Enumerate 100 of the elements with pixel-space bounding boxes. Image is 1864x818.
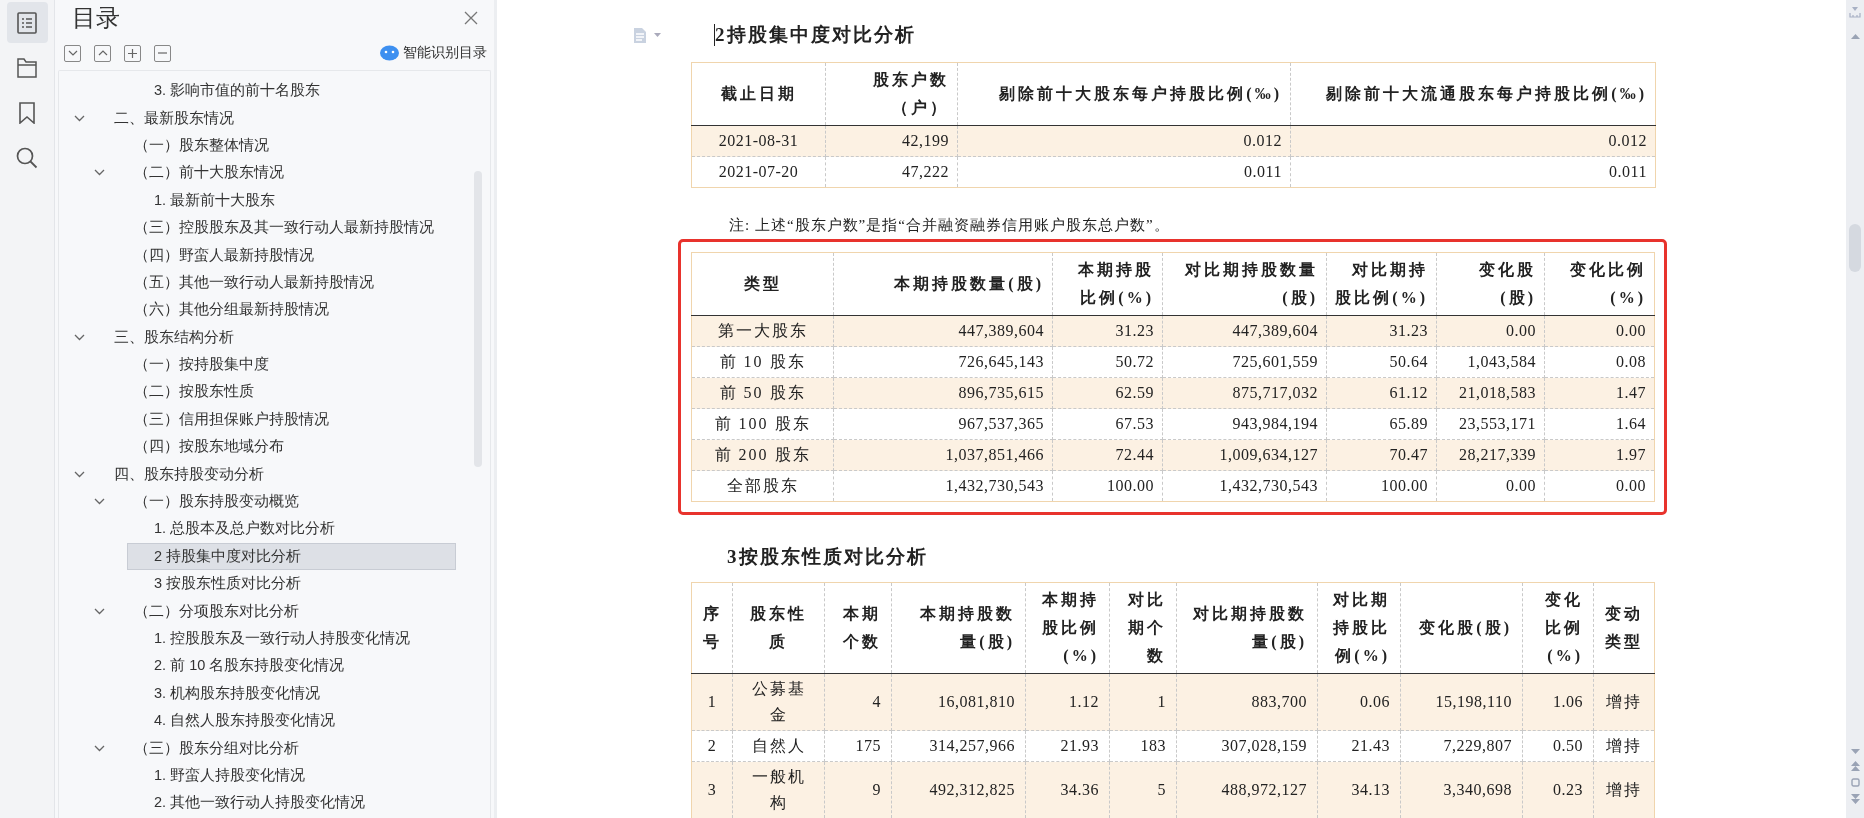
table-cell: 50.72 [1052,346,1163,378]
page-down-icon[interactable] [1850,794,1860,804]
toc-item[interactable]: 三、股东结构分析 [87,323,456,351]
table-cell: 前 10 股东 [691,346,834,378]
chevron-up-icon [97,50,108,56]
table-cell: 943,984,194 [1162,408,1327,440]
remove-button[interactable] [154,44,171,62]
table-cell: 0.012 [1290,125,1656,157]
chevron-icon[interactable] [74,470,85,478]
toc-item[interactable]: （三）股东分组对比分析 [107,734,456,762]
table-cell: 883,700 [1176,673,1318,731]
table-cell: 2021-08-31 [691,125,826,157]
table-cell: 一般机构 [732,761,825,818]
toc-item[interactable]: 1. 总股本及总户数对比分析 [127,515,456,543]
table-cell: 第一大股东 [691,315,834,347]
table-cell: 1.47 [1544,377,1655,409]
toc-item[interactable]: 二、最新股东情况 [87,104,456,132]
column-header: 本期持股比例(%) [1025,582,1110,674]
arrow-down-icon[interactable] [1850,749,1860,754]
column-header: 对比期持股比例(%) [1317,582,1401,674]
table-cell: 0.50 [1522,730,1594,762]
table-cell: 896,735,615 [833,377,1053,409]
page-up-icon[interactable] [1850,761,1860,771]
close-icon[interactable] [464,11,478,25]
column-header: 剔除前十大股东每户持股比例(‰) [957,62,1291,126]
expand-all-button[interactable] [64,44,81,62]
toc-item[interactable]: （一）股东持股变动概览 [107,487,456,516]
toc-item[interactable]: （二）分项股东对比分析 [107,597,456,625]
toc-item[interactable]: （三）控股股东及其一致行动人最新持股情况 [107,213,456,242]
plus-icon [128,48,137,58]
chevron-icon[interactable] [94,169,105,177]
add-button[interactable] [124,44,141,62]
table-cell: 1,037,851,466 [833,439,1053,471]
table-cell: 1.97 [1544,439,1655,471]
column-header: 本期个数 [824,582,892,674]
table-cell: 314,257,966 [891,730,1026,762]
column-header: 对比期持股比例(%) [1326,252,1437,316]
table-cell: 自然人 [732,730,825,762]
toc-item[interactable]: （一）按持股集中度 [107,350,456,379]
toc-item[interactable]: 1. 最新前十大股东 [127,186,456,214]
table-cell: 307,028,159 [1176,730,1318,762]
chevron-icon[interactable] [74,114,85,122]
table-cell: 175 [824,730,892,762]
toc-item[interactable]: 2 持股集中度对比分析 [127,542,456,571]
table-cell: 公募基金 [732,673,825,731]
column-header: 本期持股数量(股) [833,252,1053,316]
toc-item[interactable]: 1. 野蛮人持股变化情况 [127,761,456,790]
chevron-down-icon [67,50,78,56]
table-cell: 0.23 [1522,761,1594,818]
toc-item[interactable]: （二）按股东性质 [107,378,456,406]
chevron-icon[interactable] [94,744,105,752]
toc-item[interactable]: 3. 机构股东持股变化情况 [127,679,456,707]
panel-title: 目录 [72,3,120,33]
toc-item[interactable]: （四）按股东地域分布 [107,433,456,461]
smart-toc-button[interactable]: 智能识别目录 [380,44,487,62]
blob-face-icon [380,45,399,61]
table-cell: 增持 [1593,673,1655,731]
toc-item[interactable]: 四、股东持股变动分析 [87,460,456,488]
column-header: 变化股(股) [1400,582,1523,674]
toc-item[interactable]: （一）股东整体情况 [107,131,456,160]
square-icon[interactable] [1850,778,1860,787]
toc-item[interactable]: （五）其他一致行动人最新持股情况 [107,268,456,297]
toc-item[interactable]: 4. 自然人股东持股变化情况 [127,707,456,735]
table-cell: 7,229,807 [1400,730,1523,762]
table-cell: 447,389,604 [1162,315,1327,347]
chevron-icon[interactable] [94,607,105,615]
table-cell: 1,009,634,127 [1162,439,1327,471]
table-cell: 0.012 [957,125,1291,157]
column-header: 股东性质 [732,582,825,674]
toc-item[interactable]: （四）野蛮人最新持股情况 [107,241,456,269]
toc-item[interactable]: （三）信用担保账户持股情况 [107,405,456,434]
toc-item[interactable]: 3. 影响市值的前十名股东 [127,77,456,105]
table-note: 注: 上述“股东户数”是指“合并融资融券信用账户股东总户数”。 [729,216,1171,235]
toc-item[interactable]: 3 按股东性质对比分析 [127,570,456,598]
chevron-icon[interactable] [94,498,105,506]
column-header: 股东户数（户） [825,62,958,126]
toc-item[interactable]: 2. 其他一致行动人持股变化情况 [127,789,456,817]
section-heading: 2持股集中度对比分析 [715,23,916,47]
table-cell: 21,018,583 [1436,377,1545,409]
chevron-icon[interactable] [74,333,85,341]
caret-icon[interactable] [654,33,661,37]
table-cell: 488,972,127 [1176,761,1318,818]
contents-button[interactable] [6,2,48,43]
table-cell: 31.23 [1052,315,1163,347]
collapse-all-button[interactable] [94,44,111,62]
table-cell: 183 [1109,730,1177,762]
arrow-up-icon[interactable] [1850,34,1860,39]
table-cell: 72.44 [1052,439,1163,471]
table-cell: 16,081,810 [891,673,1026,731]
table-cell: 61.12 [1326,377,1437,409]
table-cell: 0.00 [1436,315,1545,347]
table-cell: 1 [691,673,733,731]
toc-item[interactable]: （六）其他分组最新持股情况 [107,296,456,324]
toc-item[interactable]: 1. 控股股东及一致行动人持股变化情况 [127,624,456,653]
toc-item[interactable]: 2. 前 10 名股东持股变化情况 [127,652,456,680]
table-cell: 67.53 [1052,408,1163,440]
toc-item[interactable]: （二）前十大股东情况 [107,159,456,187]
column-header: 对比期持股数量(股) [1162,252,1327,316]
table-cell: 726,645,143 [833,346,1053,378]
table-cell: 前 200 股东 [691,439,834,471]
